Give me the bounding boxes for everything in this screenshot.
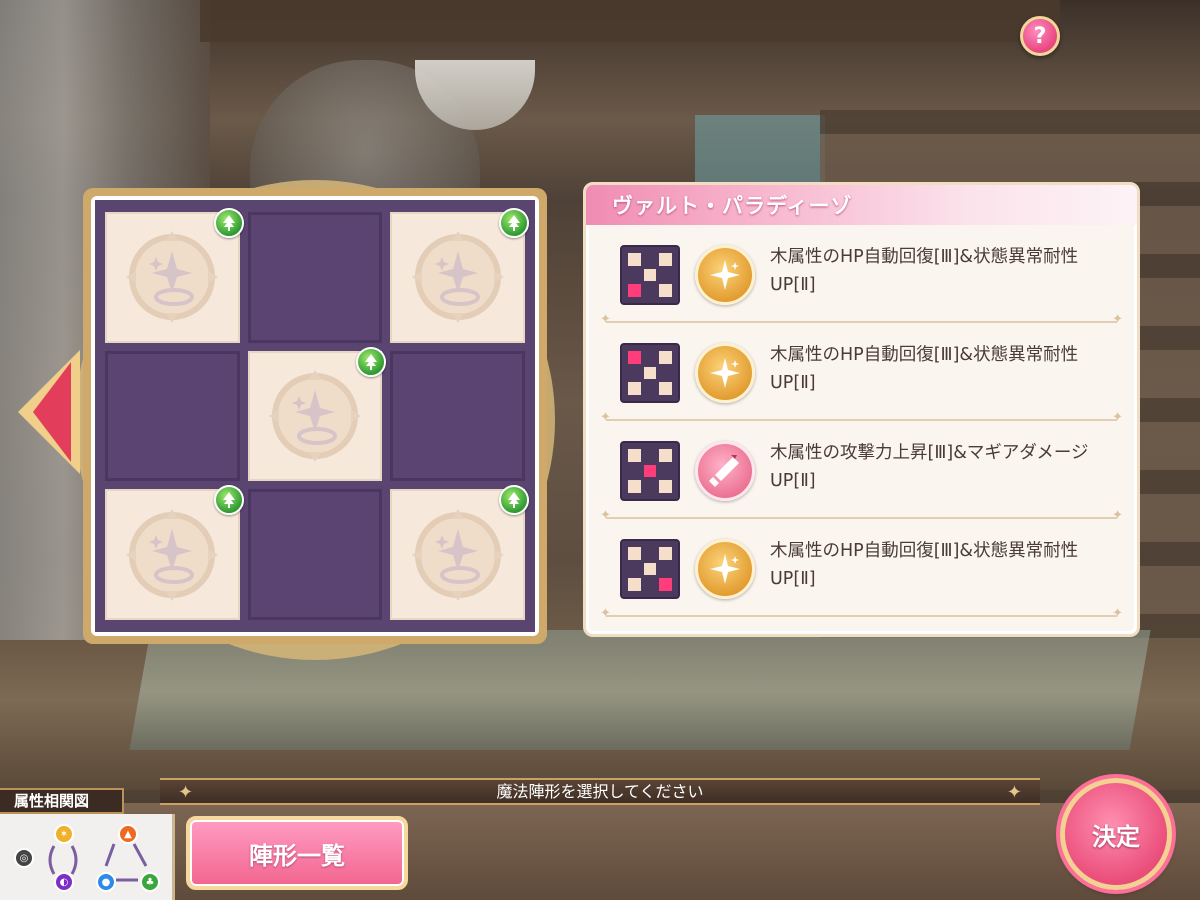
sparkle-icon: [695, 245, 755, 305]
formation-slot-empty[interactable]: [247, 212, 383, 343]
formation-position-indicator: [620, 539, 680, 599]
formation-slot-filled[interactable]: [247, 346, 387, 482]
bottom-bar: [0, 803, 1200, 900]
skill-list: 木属性のHP自動回復[Ⅲ]&状態異常耐性UP[Ⅱ] 木属性のHP自動回復[Ⅲ]&…: [586, 225, 1137, 621]
skill-description: 木属性のHP自動回復[Ⅲ]&状態異常耐性UP[Ⅱ]: [770, 541, 1079, 589]
formation-slot-filled[interactable]: [105, 485, 244, 620]
magic-circle-emblem-icon: [411, 231, 504, 324]
formation-list-button[interactable]: 陣形一覧: [186, 816, 408, 890]
magic-circle-emblem-icon: [126, 231, 219, 324]
formation-slot-filled[interactable]: [390, 485, 529, 620]
formation-slot-empty[interactable]: [105, 350, 240, 482]
instruction-bar: ✦ 魔法陣形を選択してください ✦: [160, 778, 1040, 805]
formation-name: ヴァルト・パラディーゾ: [586, 185, 1137, 225]
wood-attribute-icon: [213, 485, 244, 516]
skill-description: 木属性の攻撃力上昇[Ⅲ]&マギアダメージUP[Ⅱ]: [770, 443, 1089, 491]
sparkle-icon: [695, 539, 755, 599]
wood-attribute-icon: [499, 208, 529, 238]
formation-grid-border: [91, 196, 539, 636]
formation-position-indicator: [620, 245, 680, 305]
formation-info-panel: ヴァルト・パラディーゾ 木属性のHP自動回復[Ⅲ]&状態異常耐性UP[Ⅱ] 木属…: [583, 182, 1140, 637]
formation-position-indicator: [620, 441, 680, 501]
help-button[interactable]: ?: [1020, 16, 1060, 56]
sparkle-icon: ✦: [1006, 782, 1022, 803]
formation-slot-empty[interactable]: [247, 489, 383, 620]
skill-row: 木属性の攻撃力上昇[Ⅲ]&マギアダメージUP[Ⅱ]: [586, 421, 1137, 523]
triangle-cycle-icon: [104, 843, 148, 882]
attribute-chart-button[interactable]: ◎ ✶ ◐ ▲ ● ♣: [0, 814, 175, 900]
formation-slot-empty[interactable]: [390, 350, 525, 482]
formation-grid-frame: [83, 188, 547, 644]
attribute-chart-label: 属性相関図: [0, 788, 124, 814]
formation-position-indicator: [620, 343, 680, 403]
wood-attribute-icon: [213, 208, 244, 238]
magic-circle-emblem-icon: [268, 369, 361, 462]
formation-slot-filled[interactable]: [105, 208, 244, 343]
divider: [600, 606, 1123, 621]
sword-icon: [695, 441, 755, 501]
wood-attribute-icon: [499, 485, 529, 516]
formation-slot-filled[interactable]: [390, 208, 529, 343]
previous-arrow-icon: [33, 362, 71, 462]
skill-row: 木属性のHP自動回復[Ⅲ]&状態異常耐性UP[Ⅱ]: [586, 225, 1137, 327]
skill-description: 木属性のHP自動回復[Ⅲ]&状態異常耐性UP[Ⅱ]: [770, 345, 1079, 393]
magic-circle-emblem-icon: [411, 508, 504, 601]
dark-void-attribute-icon: ◎: [14, 848, 34, 868]
skill-row: 木属性のHP自動回復[Ⅲ]&状態異常耐性UP[Ⅱ]: [586, 519, 1137, 621]
instruction-text: 魔法陣形を選択してください: [496, 782, 704, 801]
formation-grid: [95, 200, 535, 632]
magic-circle-emblem-icon: [126, 508, 219, 601]
sparkle-icon: ✦: [178, 782, 194, 803]
skill-row: 木属性のHP自動回復[Ⅲ]&状態異常耐性UP[Ⅱ]: [586, 323, 1137, 425]
wood-attribute-icon: [356, 346, 387, 377]
confirm-button[interactable]: 決定: [1060, 778, 1172, 890]
skill-description: 木属性のHP自動回復[Ⅲ]&状態異常耐性UP[Ⅱ]: [770, 247, 1079, 295]
arrow-cycle-icon: [48, 845, 78, 875]
sparkle-icon: [695, 343, 755, 403]
background-ceiling-beam: [200, 0, 1060, 42]
